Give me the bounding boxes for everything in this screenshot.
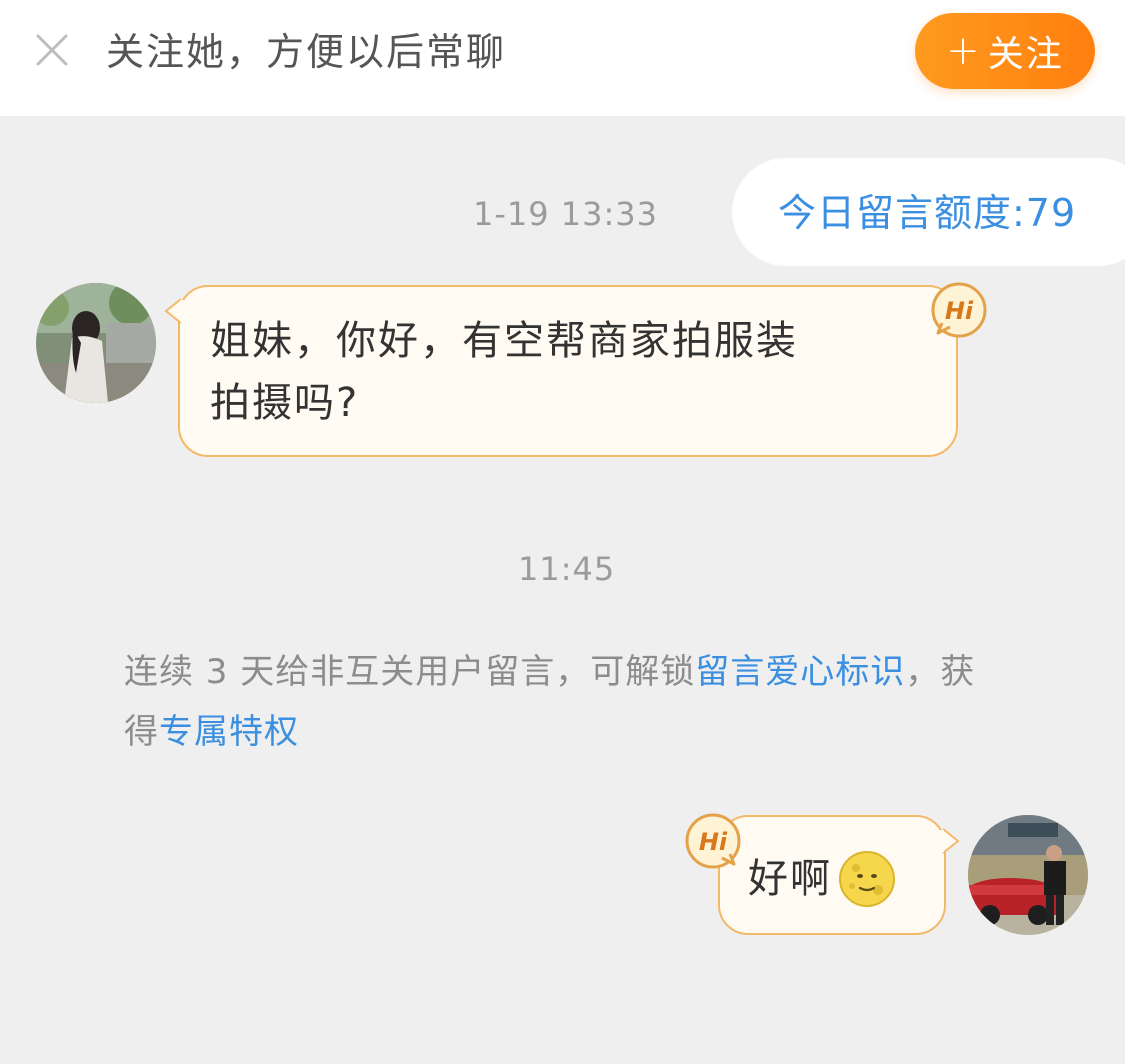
sender-avatar[interactable]	[36, 283, 156, 403]
follow-button[interactable]: + 关注	[915, 13, 1095, 89]
incoming-message-text: 姐妹，你好，有空帮商家拍服装 拍摄吗?	[210, 310, 910, 434]
own-avatar[interactable]	[968, 815, 1088, 935]
message-timestamp: 11:45	[518, 550, 616, 588]
notice-text: ，获	[905, 652, 976, 692]
hi-badge-icon: Hi	[685, 813, 741, 869]
close-icon[interactable]	[34, 32, 70, 68]
svg-text:Hi: Hi	[699, 828, 728, 856]
heart-badge-link[interactable]: 留言爱心标识	[695, 652, 905, 692]
hi-badge-icon: Hi	[931, 282, 987, 338]
daily-quota-label: 今日留言额度:79	[778, 191, 1077, 235]
follow-button-label: 关注	[987, 34, 1064, 75]
notice-text: 得	[124, 712, 159, 752]
svg-text:Hi: Hi	[945, 297, 974, 325]
outgoing-message-label: 好啊	[748, 856, 832, 902]
outgoing-message-text: 好啊	[748, 850, 896, 908]
incoming-message-line2: 拍摄吗?	[210, 380, 360, 426]
incoming-message-line1: 姐妹，你好，有空帮商家拍服装	[210, 318, 798, 364]
message-timestamp: 1-19 13:33	[473, 195, 659, 233]
follow-prompt-text: 关注她，方便以后常聊	[106, 30, 507, 74]
exclusive-privilege-link[interactable]: 专属特权	[159, 712, 299, 752]
notice-text: 连续 3 天给非互关用户留言，可解锁	[124, 652, 696, 692]
plus-icon: +	[946, 28, 982, 74]
moon-face-icon	[839, 851, 895, 907]
follow-prompt-bar: 关注她，方便以后常聊 + 关注	[0, 0, 1125, 116]
unlock-notice: 连续 3 天给非互关用户留言，可解锁留言爱心标识，获得专属特权	[124, 642, 1024, 762]
